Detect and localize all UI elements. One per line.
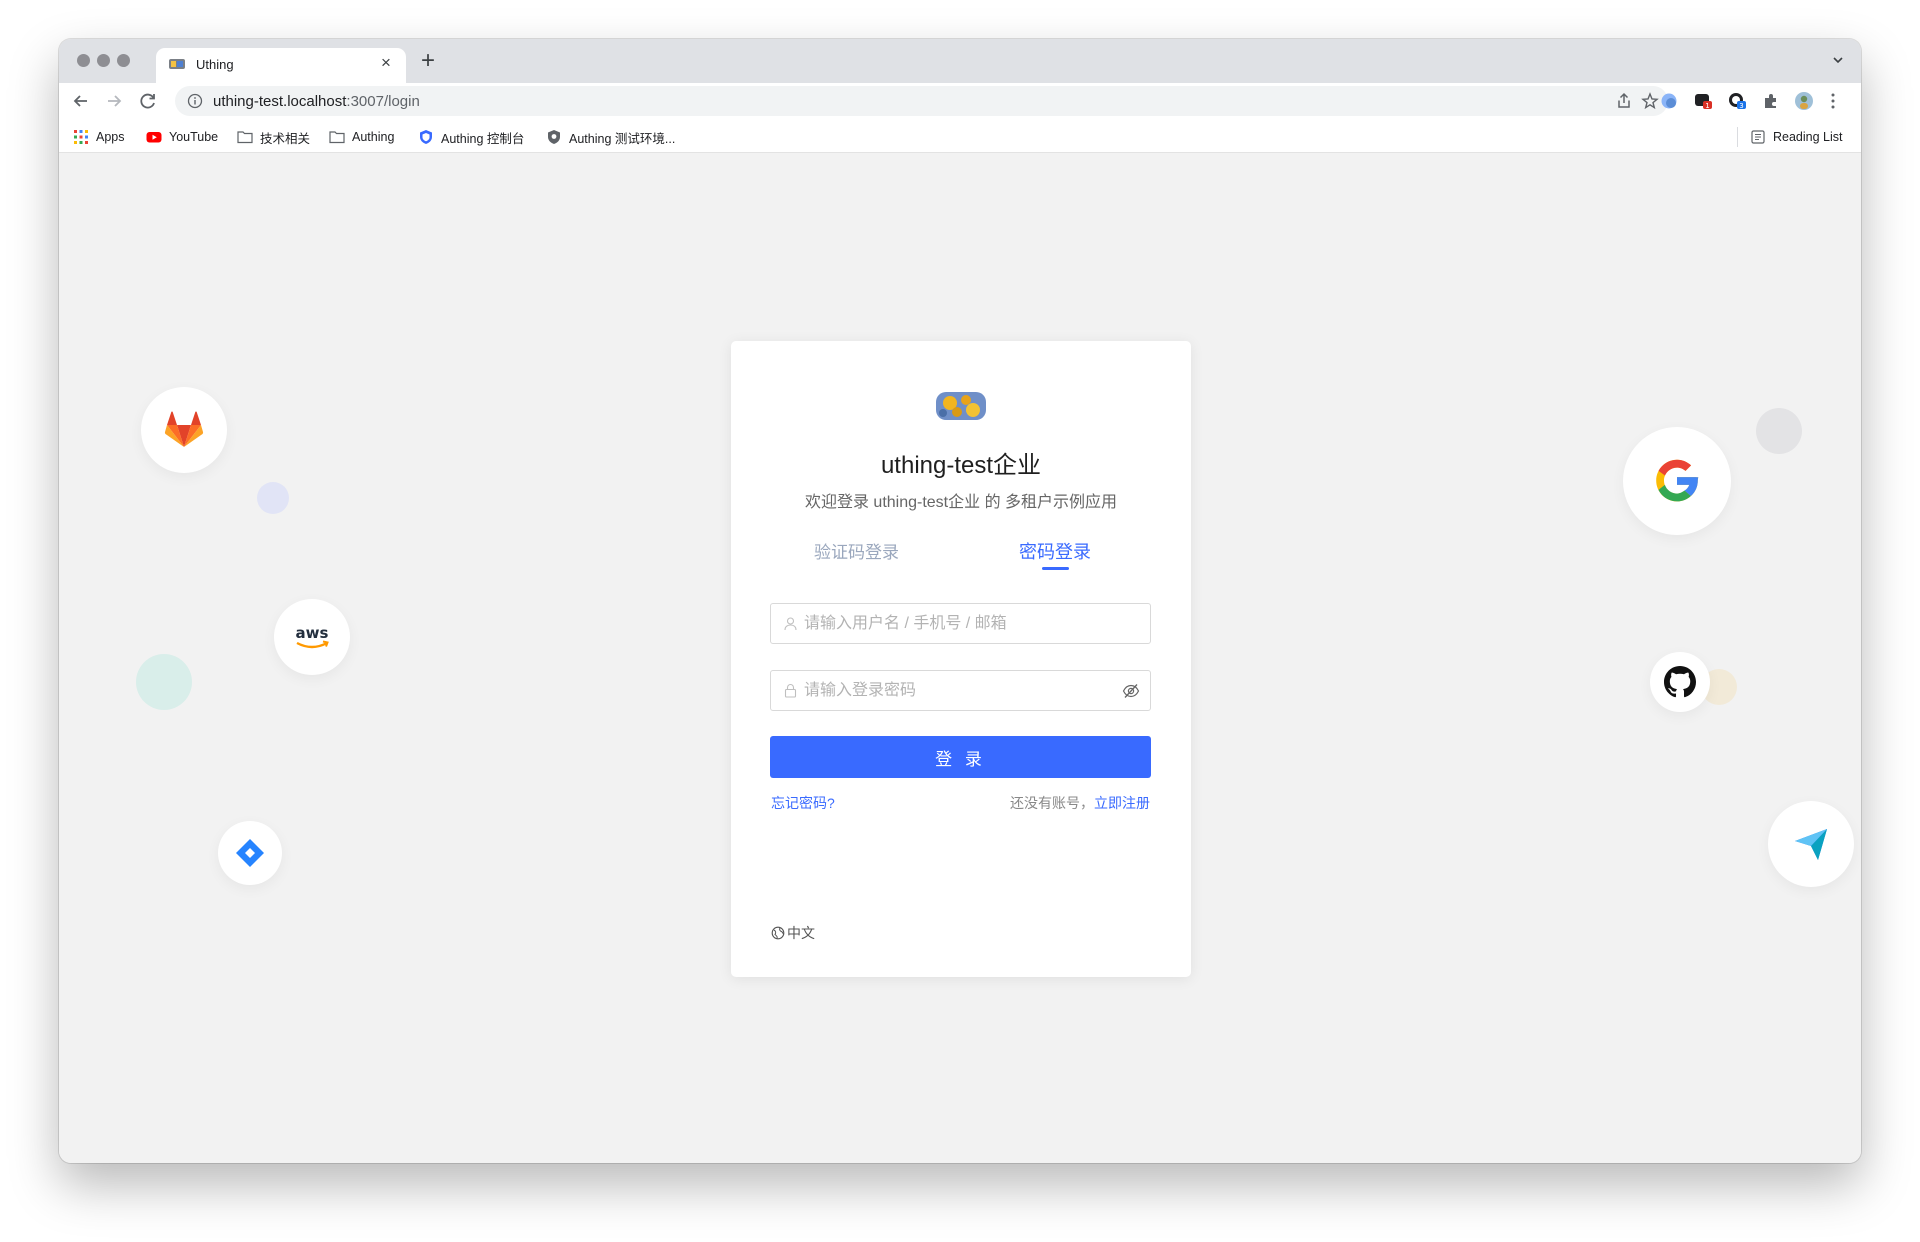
decor-dot: [257, 482, 289, 514]
reading-list-icon: [1751, 130, 1765, 144]
jira-bubble: [218, 821, 282, 885]
reading-list-button[interactable]: Reading List: [1750, 128, 1843, 146]
folder-icon: [329, 131, 345, 144]
password-field[interactable]: [770, 670, 1151, 711]
profile-avatar-icon[interactable]: [1794, 91, 1814, 111]
bookmark-folder-authing[interactable]: Authing: [329, 128, 394, 146]
bookmark-label: Authing 控制台: [441, 131, 525, 146]
bookmarks-separator: [1737, 127, 1738, 147]
bookmark-youtube[interactable]: YouTube: [146, 128, 218, 146]
bookmark-star-icon[interactable]: [1641, 92, 1659, 110]
new-tab-button[interactable]: +: [421, 48, 435, 74]
extension-a-badge: 1: [1705, 102, 1709, 110]
minimize-window-button[interactable]: [97, 54, 110, 67]
tab-strip: Uthing × +: [59, 39, 1861, 83]
svg-text:aws: aws: [296, 624, 329, 642]
zoom-window-button[interactable]: [117, 54, 130, 67]
password-input[interactable]: [804, 671, 1114, 710]
bookmark-label: 技术相关: [260, 131, 311, 146]
eye-invisible-icon[interactable]: [1122, 682, 1140, 700]
authing-shield-icon: [420, 130, 432, 144]
active-tab-indicator: [1042, 567, 1069, 570]
tab-sms-login[interactable]: 验证码登录: [814, 538, 899, 563]
no-account-text: 还没有账号，: [1010, 795, 1094, 811]
gitlab-bubble: [141, 387, 227, 473]
google-bubble: [1623, 427, 1731, 535]
login-page: aws uthing-test企业 欢迎登录 uthing-test企业 的 多…: [59, 153, 1861, 1163]
register-prompt: 还没有账号，立即注册: [1010, 793, 1150, 813]
register-link[interactable]: 立即注册: [1094, 795, 1150, 811]
google-icon: [1656, 459, 1699, 502]
username-input[interactable]: [804, 604, 1114, 643]
aws-icon: aws: [296, 624, 329, 649]
app-logo-icon: [936, 392, 986, 420]
github-icon: [1664, 666, 1696, 698]
site-info-icon[interactable]: [187, 93, 203, 109]
bookmark-label: Apps: [96, 130, 125, 144]
apps-grid-icon: [74, 130, 88, 144]
browser-window: Uthing × + uthing-test.localhost:3007/lo…: [59, 39, 1861, 1163]
tab-search-chevron-icon[interactable]: [1831, 53, 1845, 67]
decor-dot: [136, 654, 192, 710]
extension-b-badge: 3: [1739, 102, 1743, 110]
extensions-puzzle-icon[interactable]: [1761, 91, 1781, 111]
authing-test-icon: [548, 130, 560, 144]
bookmark-label: Authing 测试环境...: [569, 131, 676, 146]
extension-b-icon[interactable]: 3: [1727, 91, 1747, 111]
address-bar[interactable]: uthing-test.localhost:3007/login: [175, 86, 1668, 116]
forgot-password-link[interactable]: 忘记密码?: [771, 793, 835, 813]
app-title: uthing-test企业: [880, 452, 1042, 479]
tab-password-login[interactable]: 密码登录: [1019, 538, 1091, 564]
jira-icon: [236, 839, 264, 867]
user-icon: [784, 617, 797, 631]
bookmark-authing-test[interactable]: Authing 测试环境...: [546, 128, 675, 146]
aws-bubble: aws: [274, 599, 350, 675]
login-card: uthing-test企业 欢迎登录 uthing-test企业 的 多租户示例…: [731, 341, 1191, 977]
app-subtitle: 欢迎登录 uthing-test企业 的 多租户示例应用: [804, 494, 1118, 511]
login-submit-button[interactable]: 登 录: [770, 736, 1151, 778]
feishu-icon: [1795, 829, 1827, 860]
reload-icon[interactable]: [137, 90, 159, 112]
browser-tab[interactable]: Uthing ×: [156, 48, 406, 83]
close-window-button[interactable]: [77, 54, 90, 67]
url-text: uthing-test.localhost:3007/login: [213, 93, 420, 110]
bookmarks-bar: Apps YouTube 技术相关 Authing Authing 控制台 Au…: [59, 119, 1861, 153]
browser-toolbar: uthing-test.localhost:3007/login 1 3: [59, 83, 1861, 119]
youtube-icon: [146, 132, 162, 143]
lock-icon: [784, 684, 797, 698]
share-icon[interactable]: [1615, 92, 1633, 110]
back-arrow-icon[interactable]: [70, 90, 92, 112]
github-bubble: [1650, 652, 1710, 712]
translate-extension-icon[interactable]: [1659, 91, 1679, 111]
language-label: 中文: [787, 925, 815, 941]
bookmark-label: Authing: [352, 130, 395, 144]
language-switcher[interactable]: 中文: [771, 923, 815, 943]
bookmark-apps[interactable]: Apps: [73, 128, 125, 146]
tab-title: Uthing: [196, 57, 234, 72]
bookmark-authing-console[interactable]: Authing 控制台: [418, 128, 524, 146]
extension-a-icon[interactable]: 1: [1693, 91, 1713, 111]
gitlab-icon: [164, 411, 204, 447]
folder-icon: [237, 131, 253, 144]
username-field[interactable]: [770, 603, 1151, 644]
decor-dot: [1756, 408, 1802, 454]
forward-arrow-icon[interactable]: [103, 90, 125, 112]
bookmark-label: YouTube: [169, 130, 219, 144]
globe-icon: [771, 926, 785, 940]
feishu-bubble: [1768, 801, 1854, 887]
chrome-menu-icon[interactable]: [1823, 91, 1843, 111]
reading-list-label: Reading List: [1773, 130, 1843, 144]
tab-close-button[interactable]: ×: [376, 53, 396, 73]
bookmark-folder-tech[interactable]: 技术相关: [237, 128, 310, 146]
uthing-favicon-icon: [169, 59, 185, 69]
